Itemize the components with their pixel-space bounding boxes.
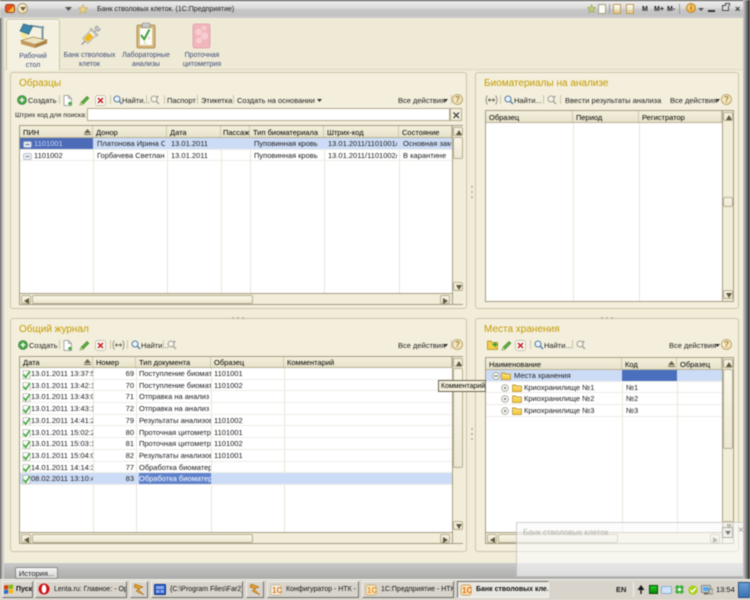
svg-text:1С: 1С [272, 586, 282, 595]
svg-text:1С: 1С [367, 586, 377, 595]
svg-text:1С: 1С [462, 586, 472, 595]
